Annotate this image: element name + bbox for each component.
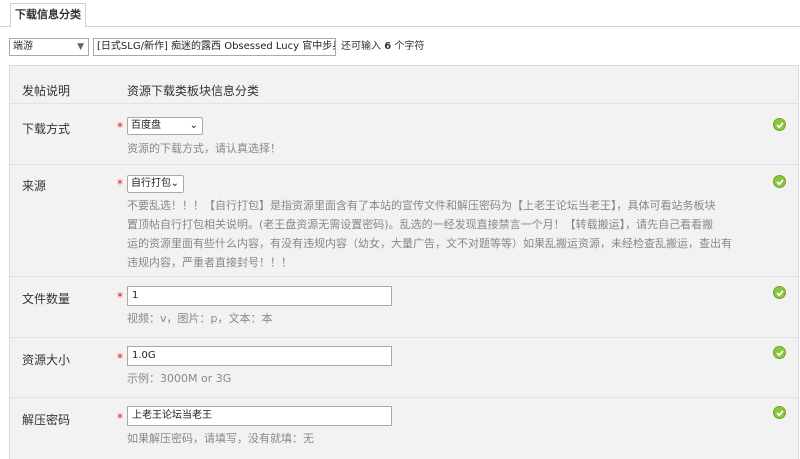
size-row: 资源大小 * 1.0G 示例：3000M or 3G — [10, 337, 798, 397]
size-hint: 示例：3000M or 3G — [127, 372, 232, 385]
check-icon — [773, 286, 786, 299]
intro-row: 发帖说明 资源下载类板块信息分类 — [10, 66, 798, 103]
tab-download-info[interactable]: 下载信息分类 — [10, 3, 86, 28]
source-value: 自行打包 — [131, 178, 171, 189]
password-hint: 如果解压密码，请填写，没有就填：无 — [127, 432, 314, 445]
check-icon — [773, 346, 786, 359]
thread-type-select[interactable]: 端游 ▼ — [9, 38, 89, 56]
title-input[interactable]: [日式SLG/新作] 痴迷的露西 Obsessed Lucy 官中步兵版 [ — [93, 38, 336, 56]
tab-bar: 下载信息分类 — [0, 0, 800, 28]
download-row: 下载方式 * 百度盘 ⌄ 资源的下载方式，请认真选择！ — [10, 103, 798, 164]
check-icon — [773, 175, 786, 188]
file-count-input[interactable]: 1 — [127, 286, 392, 306]
password-input[interactable]: 上老王论坛当老王 — [127, 406, 392, 426]
required-mark: * — [117, 290, 123, 304]
thread-type-value: 端游 — [13, 41, 33, 52]
required-mark: * — [117, 177, 123, 191]
check-icon — [773, 118, 786, 131]
chevron-down-icon: ⌄ — [170, 178, 179, 189]
source-hint: 不要乱选！！！【自行打包】是指资源里面含有了本站的宣传文件和解压密码为【上老王论… — [127, 199, 732, 269]
chevron-down-icon: ⌄ — [189, 120, 198, 131]
file-count-row: 文件数量 * 1 视频：v，图片：p，文本：本 — [10, 276, 798, 337]
check-icon — [773, 406, 786, 419]
file-count-hint: 视频：v，图片：p，文本：本 — [127, 312, 273, 325]
file-count-label: 文件数量 — [22, 292, 71, 306]
size-label: 资源大小 — [22, 353, 71, 367]
source-select[interactable]: 自行打包 ⌄ — [127, 175, 184, 193]
title-row: 端游 ▼ [日式SLG/新作] 痴迷的露西 Obsessed Lucy 官中步兵… — [9, 38, 799, 58]
required-mark: * — [117, 411, 123, 425]
chevron-down-icon: ▼ — [77, 42, 84, 52]
required-mark: * — [117, 120, 123, 134]
char-remaining: 还可输入 6 个字符 — [341, 41, 425, 52]
intro-text: 资源下载类板块信息分类 — [127, 84, 260, 98]
download-method-select[interactable]: 百度盘 ⌄ — [127, 117, 203, 135]
required-mark: * — [117, 351, 123, 365]
intro-label: 发帖说明 — [22, 84, 71, 98]
form-panel: 发帖说明 资源下载类板块信息分类 下载方式 * 百度盘 ⌄ 资源的下载方式，请认… — [9, 65, 799, 459]
char-remaining-count: 6 — [384, 41, 392, 52]
download-label: 下载方式 — [22, 122, 71, 136]
download-method-value: 百度盘 — [131, 120, 161, 131]
source-label: 来源 — [22, 179, 47, 193]
size-input[interactable]: 1.0G — [127, 346, 392, 366]
download-hint: 资源的下载方式，请认真选择！ — [127, 142, 281, 155]
password-row: 解压密码 * 上老王论坛当老王 如果解压密码，请填写，没有就填：无 — [10, 397, 798, 459]
source-row: 来源 * 自行打包 ⌄ 不要乱选！！！【自行打包】是指资源里面含有了本站的宣传文… — [10, 164, 798, 276]
password-label: 解压密码 — [22, 413, 71, 427]
